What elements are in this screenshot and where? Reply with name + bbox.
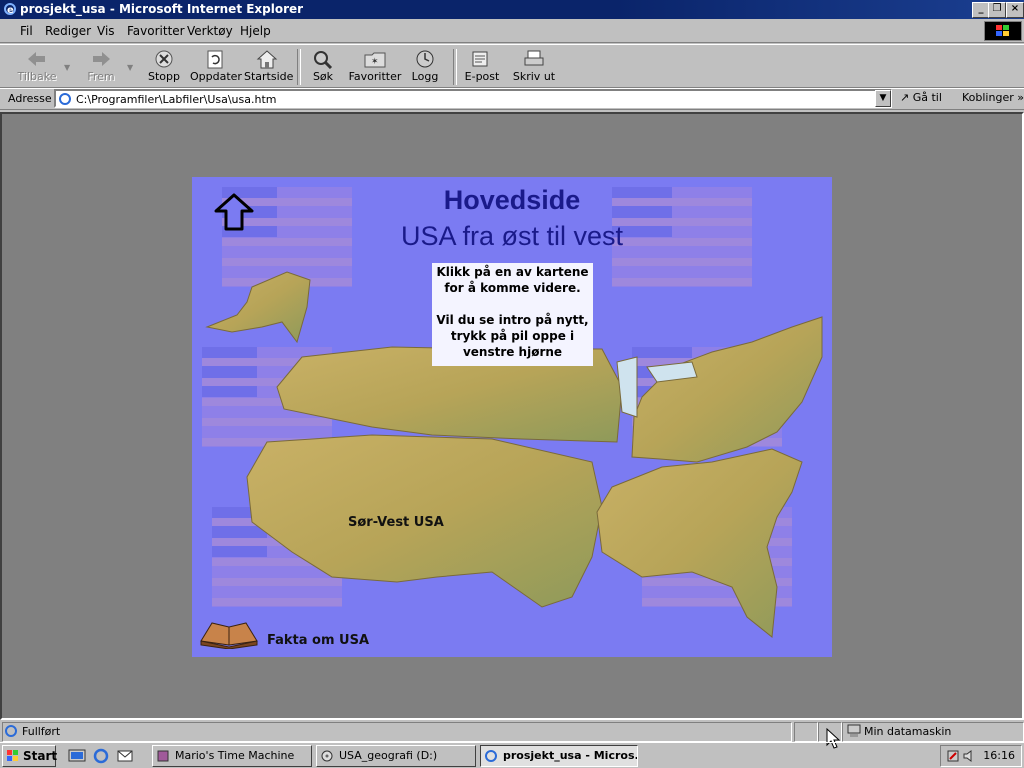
page-title: Hovedside — [443, 185, 581, 215]
close-button[interactable]: × — [1006, 2, 1024, 18]
go-arrow-icon: ↗ — [900, 91, 910, 104]
status-panel-zone: Min datamaskin — [842, 722, 1024, 742]
home-icon — [256, 50, 278, 69]
favorites-folder-icon: ✶ — [364, 52, 386, 68]
outlook-express-icon[interactable] — [116, 748, 134, 764]
address-label: Adresse — [8, 92, 52, 105]
search-button[interactable]: Søk — [305, 47, 341, 87]
toolbar-separator — [297, 49, 301, 85]
menu-help[interactable]: Hjelp — [240, 24, 271, 38]
history-button[interactable]: Logg — [408, 47, 442, 87]
go-button[interactable]: ↗ Gå til — [900, 91, 942, 104]
history-icon — [416, 50, 434, 68]
back-dropdown-icon[interactable]: ▼ — [64, 63, 70, 72]
back-arrow-icon — [28, 52, 45, 66]
menu-view[interactable]: Vis — [97, 24, 115, 38]
show-desktop-icon[interactable] — [68, 748, 86, 764]
page-status-icon — [5, 725, 17, 737]
page-icon — [59, 93, 71, 105]
computer-icon — [847, 724, 861, 737]
menu-favorites[interactable]: Favoritter — [127, 24, 185, 38]
map-south-east[interactable] — [596, 448, 803, 638]
address-value: C:\Programfiler\Labfiler\Usa\usa.htm — [76, 93, 277, 106]
instructions-text-2: Vil du se intro på nytt, trykk på pil op… — [436, 313, 589, 359]
print-button[interactable]: Skriv ut — [512, 47, 556, 87]
windows-flag-icon — [7, 750, 18, 761]
map-label-south-west[interactable]: Sør-Vest USA — [348, 515, 444, 530]
volume-icon[interactable] — [962, 749, 976, 763]
toolbar: Tilbake ▼ Frem ▼ Stopp Oppdater Startsid… — [0, 44, 1024, 88]
favorites-button[interactable]: ✶ Favoritter — [348, 47, 402, 87]
map-alaska[interactable] — [205, 271, 311, 344]
stop-icon — [155, 50, 173, 68]
forward-arrow-icon — [93, 52, 110, 66]
system-tray: 16:16 — [940, 745, 1022, 767]
web-page: Hovedside USA fra øst til vest Klikk på … — [192, 177, 832, 657]
forward-dropdown-icon[interactable]: ▼ — [127, 63, 133, 72]
facts-link[interactable]: Fakta om USA — [267, 633, 369, 648]
instructions-box: Klikk på en av kartene for å komme vider… — [432, 263, 593, 366]
forward-button[interactable]: Frem — [80, 47, 122, 87]
status-text: Fullført — [22, 725, 61, 738]
mail-button[interactable]: E-post — [462, 47, 502, 87]
cd-drive-icon — [321, 750, 333, 762]
stop-button[interactable]: Stopp — [144, 47, 184, 87]
svg-text:✶: ✶ — [371, 57, 379, 67]
page-subtitle: USA fra øst til vest — [400, 221, 624, 251]
task-prosjekt-usa[interactable]: prosjekt_usa - Micros... — [480, 745, 638, 767]
title-bar[interactable]: e prosjekt_usa - Microsoft Internet Expl… — [0, 0, 1024, 19]
ie-quicklaunch-icon[interactable] — [92, 748, 110, 764]
book-task-icon — [157, 750, 169, 762]
mail-icon — [472, 51, 488, 67]
menu-file[interactable]: Fil — [20, 24, 33, 38]
map-north-east[interactable] — [631, 316, 823, 463]
address-input[interactable]: C:\Programfiler\Labfiler\Usa\usa.htm — [54, 89, 892, 108]
task-usa-geografi[interactable]: USA_geografi (D:) — [316, 745, 476, 767]
refresh-button[interactable]: Oppdater — [190, 47, 242, 87]
address-dropdown-button[interactable]: ▼ — [875, 90, 891, 107]
search-icon — [314, 51, 333, 69]
printer-icon — [524, 50, 544, 66]
home-button[interactable]: Startside — [244, 47, 293, 87]
menu-edit[interactable]: Rediger — [45, 24, 91, 38]
status-panel-progress — [794, 722, 818, 742]
tray-app-icon[interactable] — [946, 749, 960, 763]
chevron-right-icon: » — [1017, 91, 1024, 104]
menu-tools[interactable]: Verktøy — [187, 24, 233, 38]
windows-logo-icon — [984, 21, 1022, 41]
task-marios-time-machine[interactable]: Mario's Time Machine — [152, 745, 312, 767]
back-button[interactable]: Tilbake — [14, 47, 60, 87]
toolbar-separator — [453, 49, 457, 85]
status-panel-main: Fullført — [2, 722, 792, 742]
start-button[interactable]: Start — [2, 745, 57, 767]
svg-text:e: e — [7, 5, 14, 16]
refresh-icon — [207, 50, 223, 69]
restore-button[interactable]: ❐ — [988, 2, 1006, 18]
book-icon[interactable] — [198, 617, 260, 649]
ie-icon: e — [4, 3, 16, 16]
quick-launch — [62, 746, 142, 766]
instructions-text-1: Klikk på en av kartene for å komme vider… — [436, 265, 589, 295]
menu-bar: Fil Rediger Vis Favoritter Verktøy Hjelp — [0, 19, 1024, 43]
ie-task-icon — [485, 750, 497, 762]
zone-text: Min datamaskin — [864, 725, 952, 738]
clock: 16:16 — [983, 749, 1015, 762]
links-button[interactable]: Koblinger » — [962, 91, 1024, 104]
window-title: prosjekt_usa - Microsoft Internet Explor… — [20, 2, 304, 16]
